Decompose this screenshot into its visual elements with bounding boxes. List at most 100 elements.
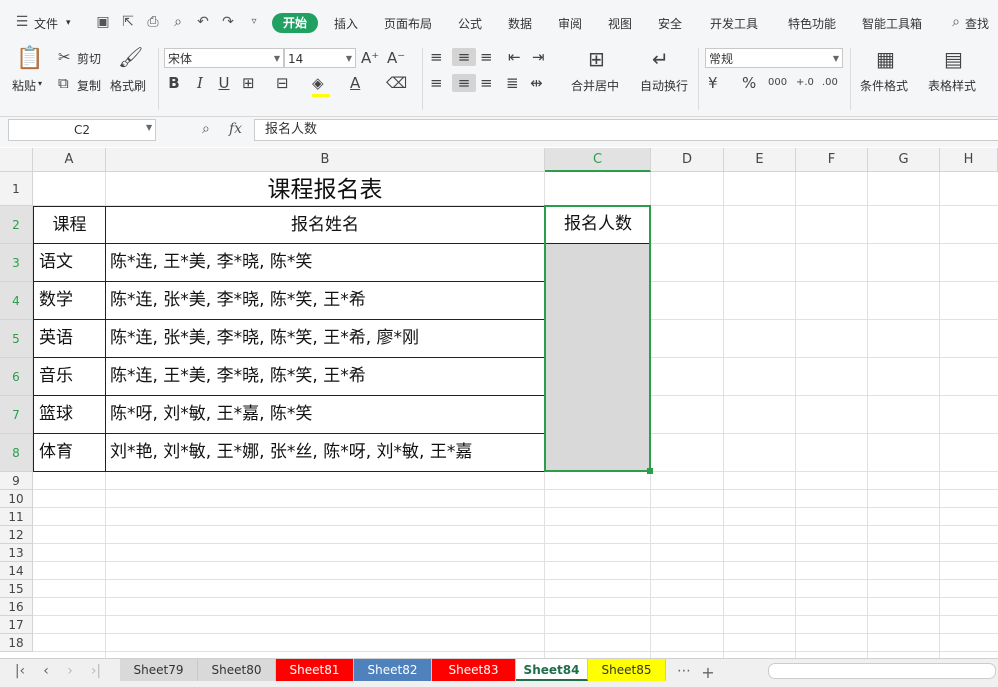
- row-header[interactable]: 7: [0, 396, 33, 434]
- align-top-icon[interactable]: ≡: [430, 48, 443, 66]
- font-name-select[interactable]: 宋体 ▼: [164, 48, 284, 68]
- fill-color-icon[interactable]: ◈: [312, 74, 324, 92]
- merge-style-icon[interactable]: ⊟: [276, 74, 289, 92]
- paste-icon[interactable]: 📋: [16, 48, 43, 70]
- conditional-format-button[interactable]: 条件格式: [860, 77, 908, 94]
- first-sheet-icon[interactable]: |‹: [12, 663, 28, 679]
- zoom-icon[interactable]: ⌕: [202, 121, 210, 137]
- row-header[interactable]: 12: [0, 526, 33, 544]
- course-cell[interactable]: 篮球: [33, 396, 106, 434]
- tab-smart-toolbox[interactable]: 智能工具箱: [862, 15, 922, 32]
- prev-sheet-icon[interactable]: ‹: [38, 663, 54, 679]
- row-header[interactable]: 3: [0, 244, 33, 282]
- search-button[interactable]: 查找: [965, 15, 989, 32]
- copy-icon[interactable]: ⧉: [58, 74, 69, 92]
- select-all-corner[interactable]: [0, 148, 33, 172]
- fill-handle[interactable]: [647, 468, 653, 474]
- name-box-chevron-icon[interactable]: ▼: [146, 123, 152, 132]
- row-header[interactable]: 16: [0, 598, 33, 616]
- distributed-icon[interactable]: ⇹: [530, 74, 543, 92]
- more-sheets-icon[interactable]: ⋯: [676, 663, 692, 679]
- underline-icon[interactable]: U: [216, 74, 232, 92]
- header-names[interactable]: 报名姓名: [105, 206, 545, 244]
- thousands-separator-icon[interactable]: 000: [768, 74, 787, 92]
- tab-insert[interactable]: 插入: [334, 15, 358, 32]
- wrap-text-icon[interactable]: ↵: [652, 49, 669, 69]
- currency-icon[interactable]: ¥: [708, 74, 718, 92]
- cut-button[interactable]: 剪切: [77, 50, 101, 67]
- row-header[interactable]: 9: [0, 472, 33, 490]
- row-header[interactable]: 14: [0, 562, 33, 580]
- column-header-c[interactable]: C: [545, 148, 651, 172]
- column-header-b[interactable]: B: [106, 148, 545, 172]
- table-style-icon[interactable]: ▤: [944, 49, 963, 69]
- increase-decimal-icon[interactable]: +.0: [796, 74, 814, 92]
- names-cell[interactable]: 陈*连, 张*美, 李*晓, 陈*笑, 王*希: [105, 282, 545, 320]
- sheet-tab[interactable]: Sheet83: [432, 659, 516, 681]
- format-painter-button[interactable]: 格式刷: [110, 77, 146, 94]
- column-header-d[interactable]: D: [651, 148, 724, 172]
- row-header[interactable]: 15: [0, 580, 33, 598]
- row-header[interactable]: 10: [0, 490, 33, 508]
- redo-icon[interactable]: ↷: [220, 14, 236, 30]
- paste-button[interactable]: 粘贴: [12, 77, 36, 94]
- tab-review[interactable]: 审阅: [558, 15, 582, 32]
- row-header[interactable]: 6: [0, 358, 33, 396]
- cut-icon[interactable]: ✂: [58, 48, 71, 66]
- row-header[interactable]: 13: [0, 544, 33, 562]
- percent-icon[interactable]: %: [742, 74, 756, 92]
- row-header[interactable]: 17: [0, 616, 33, 634]
- row-header[interactable]: 2: [0, 206, 33, 244]
- align-left-icon[interactable]: ≡: [430, 74, 443, 92]
- names-cell[interactable]: 刘*艳, 刘*敏, 王*娜, 张*丝, 陈*呀, 刘*敏, 王*嘉: [105, 434, 545, 472]
- undo-icon[interactable]: ↶: [195, 14, 211, 30]
- column-header-f[interactable]: F: [796, 148, 868, 172]
- row-header[interactable]: 4: [0, 282, 33, 320]
- sheet-tab[interactable]: Sheet79: [120, 659, 198, 681]
- tab-developer[interactable]: 开发工具: [710, 15, 758, 32]
- column-header-e[interactable]: E: [724, 148, 796, 172]
- justify-icon[interactable]: ≣: [506, 74, 519, 92]
- italic-icon[interactable]: I: [192, 74, 208, 92]
- tab-start[interactable]: 开始: [272, 13, 318, 33]
- paste-chevron-icon[interactable]: ▾: [38, 79, 42, 88]
- names-cell[interactable]: 陈*连, 王*美, 李*晓, 陈*笑: [105, 244, 545, 282]
- column-header-g[interactable]: G: [868, 148, 940, 172]
- decrease-indent-icon[interactable]: ⇤: [508, 48, 521, 66]
- hamburger-menu-icon[interactable]: ☰: [14, 14, 30, 30]
- formula-input[interactable]: 报名人数: [254, 119, 998, 141]
- clear-format-icon[interactable]: ⌫: [386, 74, 407, 92]
- customize-toolbar-icon[interactable]: ▿: [246, 14, 262, 30]
- column-header-a[interactable]: A: [33, 148, 106, 172]
- add-sheet-icon[interactable]: +: [700, 663, 716, 682]
- row-header[interactable]: 18: [0, 634, 33, 652]
- print-icon[interactable]: ⎙: [145, 14, 161, 30]
- tab-view[interactable]: 视图: [608, 15, 632, 32]
- merge-center-icon[interactable]: ⊞: [588, 49, 605, 69]
- merge-center-button[interactable]: 合并居中: [571, 77, 619, 94]
- header-course[interactable]: 课程: [33, 206, 106, 244]
- decrease-font-icon[interactable]: A⁻: [387, 49, 405, 67]
- tab-special-features[interactable]: 特色功能: [788, 15, 836, 32]
- name-box[interactable]: C2: [8, 119, 156, 141]
- tab-formulas[interactable]: 公式: [458, 15, 482, 32]
- course-cell[interactable]: 体育: [33, 434, 106, 472]
- format-painter-icon[interactable]: 🖌: [118, 47, 143, 67]
- decrease-decimal-icon[interactable]: .00: [822, 74, 838, 92]
- export-icon[interactable]: ⇱: [120, 14, 136, 30]
- number-format-select[interactable]: 常规 ▼: [705, 48, 843, 68]
- sheet-tab[interactable]: Sheet82: [354, 659, 432, 681]
- print-preview-icon[interactable]: ⌕: [170, 14, 186, 30]
- sheet-tab[interactable]: Sheet85: [588, 659, 666, 681]
- file-menu[interactable]: 文件: [34, 15, 58, 32]
- align-right-icon[interactable]: ≡: [480, 74, 493, 92]
- align-center-icon[interactable]: ≡: [452, 74, 476, 92]
- horizontal-scrollbar[interactable]: [768, 663, 996, 679]
- tab-page-layout[interactable]: 页面布局: [384, 15, 432, 32]
- row-header[interactable]: 8: [0, 434, 33, 472]
- bold-icon[interactable]: B: [166, 74, 182, 92]
- wrap-text-button[interactable]: 自动换行: [640, 77, 688, 94]
- align-bottom-icon[interactable]: ≡: [480, 48, 493, 66]
- font-size-select[interactable]: 14 ▼: [284, 48, 356, 68]
- fx-icon[interactable]: fx: [229, 121, 242, 137]
